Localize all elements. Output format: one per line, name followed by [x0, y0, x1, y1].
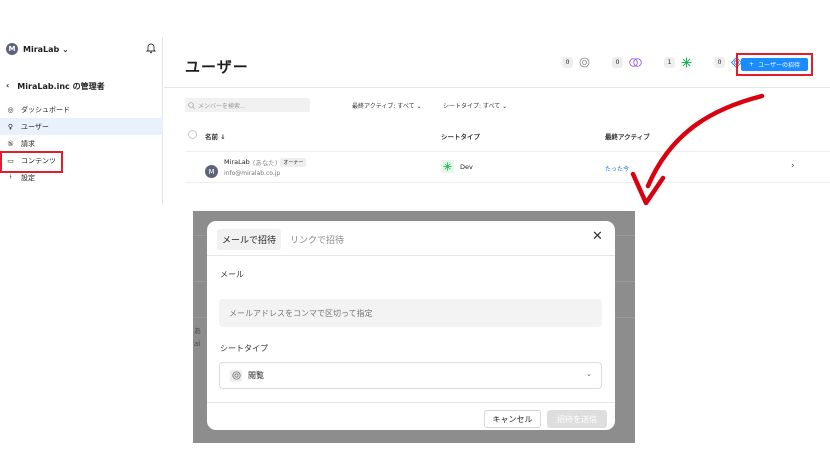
- workspace-avatar: M: [6, 43, 18, 55]
- last-active-value: たった今: [605, 166, 630, 173]
- dev-count: 1: [664, 57, 675, 68]
- column-header-seat[interactable]: シートタイプ: [441, 131, 480, 141]
- column-header-last-active[interactable]: 最終アクティブ: [605, 131, 650, 141]
- settings-icon: ⟊: [9, 173, 12, 181]
- email-label: メール: [220, 270, 244, 279]
- invite-modal-screenshot: あ ai メールで招待 リンクで招待 ✕ メール シートタイプ 閲覧 ⌄ キャン…: [193, 211, 635, 443]
- header-divider: [164, 87, 830, 88]
- collab-seat-icon: [629, 58, 642, 67]
- seat-counters: 0 0 1 0: [562, 57, 742, 68]
- sidebar-item-billing[interactable]: ⑤ 請求: [0, 135, 163, 152]
- workspace-switcher[interactable]: M MiraLab ⌄: [6, 43, 69, 55]
- admin-title: MiraLab.inc の管理者: [17, 82, 105, 91]
- collab-count: 0: [612, 57, 623, 68]
- seat-type-value: 閲覧: [248, 371, 264, 380]
- search-icon: [188, 101, 195, 109]
- you-label: (あなた): [252, 159, 278, 167]
- sidebar-item-users[interactable]: ♀ ユーザー: [0, 118, 163, 135]
- viewer-seat-icon: [230, 369, 242, 382]
- bg-fragment: あ: [194, 327, 201, 335]
- search-placeholder: メンバーを検索...: [198, 102, 246, 110]
- send-invite-button[interactable]: 招待を送信: [547, 410, 607, 428]
- chevron-right-icon[interactable]: ›: [791, 161, 795, 171]
- column-header-name[interactable]: 名前 ↓: [205, 131, 226, 141]
- invite-label: ユーザーの招待: [758, 62, 800, 69]
- users-highlight: [0, 151, 63, 173]
- seat-type-select[interactable]: 閲覧 ⌄: [219, 362, 602, 389]
- viewer-seat-icon: [579, 57, 590, 68]
- filter-last-active[interactable]: 最終アクティブ: すべて ⌄: [352, 101, 422, 110]
- dev-seat-icon: [441, 160, 454, 173]
- seat-type-cell[interactable]: Dev: [441, 160, 473, 173]
- plus-icon: +: [749, 61, 755, 68]
- chevron-down-icon: ⌄: [586, 370, 592, 378]
- cancel-button[interactable]: キャンセル: [484, 410, 541, 428]
- main-panel: ユーザー 0 0 1 0 + ユーザーの招待 メンバーを検索... 最終アクティ…: [164, 37, 830, 205]
- invite-tabs: メールで招待 リンクで招待: [217, 229, 349, 250]
- full-count: 0: [714, 57, 725, 68]
- invite-highlight: + ユーザーの招待: [736, 53, 813, 76]
- sidebar: M MiraLab ⌄ ‹ MiraLab.inc の管理者 ◎ ダッシュボード…: [0, 37, 163, 205]
- dev-seat-icon: [681, 57, 692, 68]
- close-icon[interactable]: ✕: [592, 229, 603, 244]
- row-divider: [185, 182, 830, 183]
- owner-badge: オーナー: [280, 157, 307, 167]
- app-window: M MiraLab ⌄ ‹ MiraLab.inc の管理者 ◎ ダッシュボード…: [0, 37, 830, 205]
- table-row[interactable]: MiraLab (あなた) オーナー: [224, 157, 307, 167]
- sidebar-item-label: ダッシュボード: [21, 105, 70, 114]
- viewer-count: 0: [562, 57, 573, 68]
- dashboard-icon: ◎: [7, 105, 14, 114]
- tutorial-figure: M MiraLab ⌄ ‹ MiraLab.inc の管理者 ◎ ダッシュボード…: [0, 0, 830, 450]
- seat-type-label: Dev: [460, 162, 473, 171]
- filter-seat-type[interactable]: シートタイプ: すべて ⌄: [443, 101, 507, 110]
- invite-dialog: メールで招待 リンクで招待 ✕ メール シートタイプ 閲覧 ⌄ キャンセル 招待…: [207, 221, 615, 430]
- tab-invite-email[interactable]: メールで招待: [217, 229, 282, 250]
- dialog-divider: [207, 255, 615, 256]
- sidebar-item-label: 設定: [21, 173, 35, 182]
- chevron-left-icon: ‹: [6, 81, 10, 90]
- select-all-checkbox[interactable]: [188, 130, 197, 139]
- bell-icon[interactable]: [146, 42, 156, 54]
- sidebar-item-dashboard[interactable]: ◎ ダッシュボード: [0, 101, 163, 118]
- seat-type-label: シートタイプ: [220, 344, 268, 353]
- member-search-input[interactable]: メンバーを検索...: [185, 98, 310, 112]
- user-email: info@miralab.co.jp: [224, 170, 281, 177]
- tab-invite-link[interactable]: リンクで招待: [285, 229, 349, 250]
- user-name: MiraLab: [224, 158, 250, 166]
- page-title: ユーザー: [185, 58, 249, 76]
- sidebar-item-label: 請求: [21, 139, 35, 148]
- email-field[interactable]: [219, 299, 602, 327]
- sidebar-item-label: ユーザー: [21, 122, 49, 131]
- dialog-divider: [207, 402, 615, 403]
- bg-fragment: ai: [194, 340, 201, 348]
- row-divider: [185, 151, 830, 152]
- user-icon: ♀: [7, 122, 14, 131]
- dollar-icon: ⑤: [7, 139, 14, 148]
- avatar: M: [205, 165, 218, 178]
- invite-user-button[interactable]: + ユーザーの招待: [741, 58, 808, 71]
- workspace-name: MiraLab ⌄: [23, 44, 69, 54]
- admin-back-link[interactable]: ‹ MiraLab.inc の管理者: [6, 81, 105, 92]
